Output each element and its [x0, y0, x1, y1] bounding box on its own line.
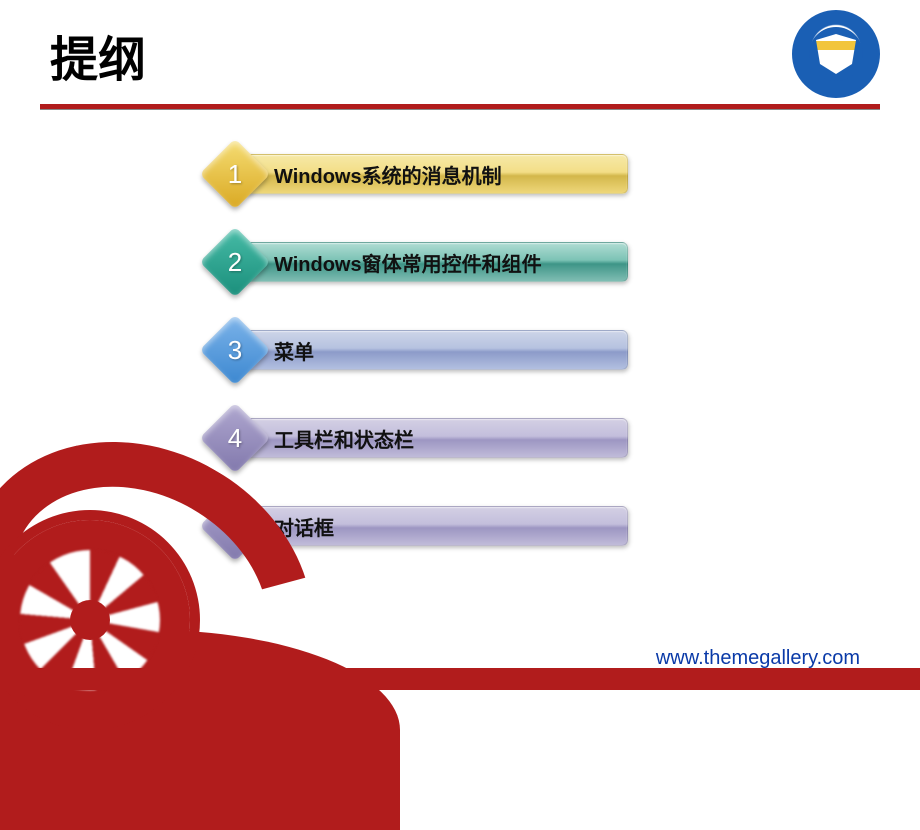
- university-logo: [792, 10, 880, 98]
- item-label: Windows系统的消息机制: [274, 160, 502, 189]
- outline-item-2: 2 Windows窗体常用控件和组件: [210, 237, 920, 287]
- item-label: Windows窗体常用控件和组件: [274, 248, 542, 277]
- item-label: 菜单: [274, 336, 314, 365]
- page-title: 提纲: [50, 20, 870, 90]
- outline-item-1: 1 Windows系统的消息机制: [210, 149, 920, 199]
- shield-icon: [816, 34, 856, 74]
- item-label: 工具栏和状态栏: [274, 424, 414, 453]
- slide-header: 提纲: [0, 0, 920, 90]
- logo-emblem: [809, 27, 863, 81]
- item-number: 1: [210, 149, 260, 199]
- item-number: 3: [210, 325, 260, 375]
- item-number: 2: [210, 237, 260, 287]
- footer-url: www.themegallery.com: [656, 647, 860, 670]
- footer-bar: [0, 668, 920, 690]
- outline-item-3: 3 菜单: [210, 325, 920, 375]
- decorative-corner: [0, 450, 320, 750]
